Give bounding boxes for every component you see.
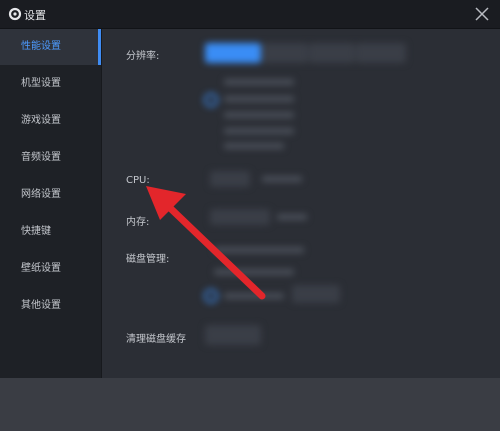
window-title: 设置 — [24, 9, 46, 22]
resolution-option-text — [224, 96, 294, 102]
sidebar-item-game[interactable]: 游戏设置 — [0, 103, 101, 139]
disk-option-text — [224, 293, 284, 299]
resolution-label: 分辨率: — [126, 51, 160, 62]
gear-icon — [8, 7, 22, 21]
sidebar-item-label: 音频设置 — [21, 152, 61, 163]
close-icon[interactable] — [472, 4, 492, 24]
sidebar-item-audio[interactable]: 音频设置 — [0, 140, 101, 176]
memory-select-text — [277, 214, 307, 220]
sidebar-item-shortcuts[interactable]: 快捷键 — [0, 214, 101, 250]
sidebar: 性能设置 机型设置 游戏设置 音频设置 网络设置 快捷键 壁纸设置 其他设置 — [0, 29, 102, 378]
resolution-option[interactable] — [309, 43, 355, 63]
resolution-option[interactable] — [356, 43, 406, 63]
resolution-option-text — [224, 128, 294, 134]
sidebar-item-label: 网络设置 — [21, 189, 61, 200]
sidebar-item-label: 机型设置 — [21, 78, 61, 89]
disk-option-text — [214, 247, 304, 253]
disk-radio[interactable] — [204, 289, 218, 303]
disk-option-text — [214, 269, 294, 275]
sidebar-item-performance[interactable]: 性能设置 — [0, 29, 101, 65]
sidebar-item-label: 壁纸设置 — [21, 263, 61, 274]
resolution-option[interactable] — [205, 43, 261, 63]
footer-bar — [0, 378, 500, 431]
cpu-select[interactable] — [210, 171, 250, 187]
clear-cache-button[interactable] — [205, 325, 261, 345]
resolution-option-text — [224, 79, 294, 85]
memory-select[interactable] — [210, 209, 270, 225]
resolution-option[interactable] — [262, 43, 308, 63]
resolution-option-text — [224, 112, 294, 118]
disk-management-label: 磁盘管理: — [126, 254, 170, 265]
title-bar: 设置 — [0, 0, 500, 29]
cpu-label: CPU: — [126, 175, 150, 186]
resolution-option-text — [224, 143, 284, 149]
memory-label: 内存: — [126, 217, 150, 228]
sidebar-item-device[interactable]: 机型设置 — [0, 66, 101, 102]
disk-action-button[interactable] — [292, 285, 340, 303]
sidebar-item-label: 其他设置 — [21, 300, 61, 311]
clear-disk-cache-label: 清理磁盘缓存 — [126, 334, 186, 345]
resolution-radio[interactable] — [204, 93, 218, 107]
sidebar-item-label: 游戏设置 — [21, 115, 61, 126]
sidebar-item-label: 快捷键 — [21, 226, 51, 237]
settings-panel: 分辨率: CPU: 内存: 磁盘管理: 清理磁盘缓存 — [102, 29, 500, 378]
sidebar-item-label: 性能设置 — [21, 41, 61, 52]
cpu-select-text — [262, 176, 302, 182]
sidebar-item-other[interactable]: 其他设置 — [0, 288, 101, 324]
sidebar-item-wallpaper[interactable]: 壁纸设置 — [0, 251, 101, 287]
sidebar-item-network[interactable]: 网络设置 — [0, 177, 101, 213]
